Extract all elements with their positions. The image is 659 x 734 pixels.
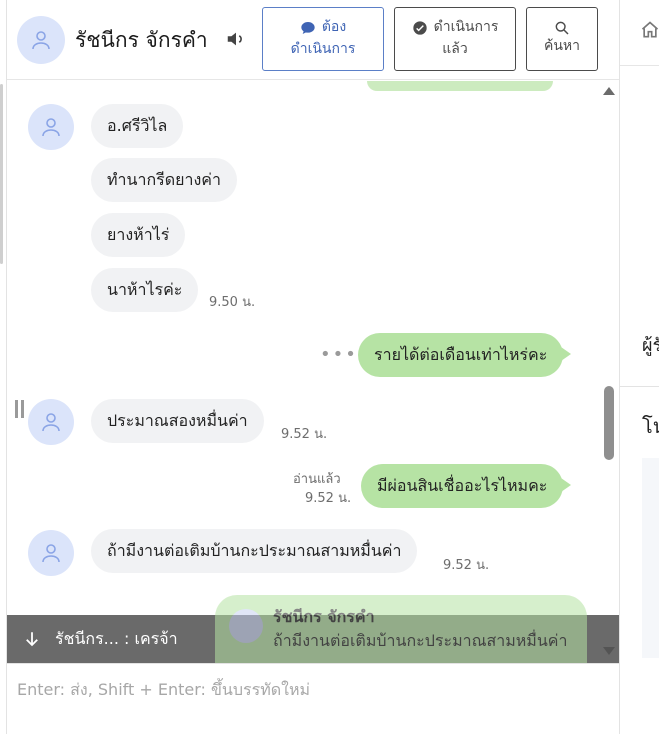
todo-button[interactable]: ต้อง ดำเนินการ bbox=[262, 7, 384, 71]
arrow-down-icon[interactable] bbox=[23, 629, 41, 649]
incoming-message[interactable]: อ.ศรีวิไล bbox=[91, 104, 184, 148]
new-message-text[interactable]: รัชนีกร... : เครจ้า bbox=[55, 627, 178, 652]
right-panel-label-notes: โน bbox=[642, 414, 659, 438]
done-button[interactable]: ดำเนินการ แล้ว bbox=[394, 7, 516, 71]
incoming-message[interactable]: ประมาณสองหมื่นค่า bbox=[91, 399, 264, 443]
new-message-bar[interactable]: รัชนีกร จักรคำ ถ้ามีงานต่อเติมบ้านกะประม… bbox=[7, 595, 619, 663]
search-button[interactable]: ค้นหา bbox=[526, 7, 598, 71]
sender-avatar[interactable] bbox=[28, 530, 74, 576]
outgoing-message[interactable]: มีผ่อนสินเชื่ออะไรไหมคะ bbox=[361, 464, 572, 508]
user-icon bbox=[42, 544, 60, 563]
scroll-up-arrow[interactable] bbox=[603, 87, 615, 95]
search-icon bbox=[555, 21, 569, 35]
message-more-icon[interactable]: ••• bbox=[320, 344, 358, 365]
message-time: 9.52 น. bbox=[281, 427, 328, 442]
contact-avatar[interactable] bbox=[17, 16, 65, 64]
home-icon[interactable] bbox=[640, 20, 659, 40]
done-button-label-1: ดำเนินการ bbox=[433, 19, 499, 36]
clipped-outgoing-bubble bbox=[367, 81, 553, 91]
pause-icon[interactable] bbox=[15, 400, 25, 420]
reply-preview: รัชนีกร จักรคำ ถ้ามีงานต่อเติมบ้านกะประม… bbox=[215, 595, 587, 663]
left-edge-strip bbox=[0, 0, 7, 734]
sender-avatar[interactable] bbox=[28, 104, 74, 150]
speaker-icon[interactable] bbox=[225, 28, 247, 50]
incoming-message[interactable]: นาห้าไรค่ะ bbox=[91, 268, 199, 312]
chat-message-list[interactable]: อ.ศรีวิไล ทำนากรีดยางค่า ยางห้าไร่ นาห้า… bbox=[7, 81, 619, 663]
message-time: 9.50 น. bbox=[209, 295, 256, 310]
sender-avatar[interactable] bbox=[28, 399, 74, 445]
contact-name[interactable]: รัชนีกร จักรคำ bbox=[75, 24, 208, 57]
scrollbar-thumb[interactable] bbox=[604, 386, 614, 460]
incoming-message[interactable]: ทำนากรีดยางค่า bbox=[91, 158, 237, 202]
check-circle-icon bbox=[412, 21, 427, 35]
message-time: 9.52 น. bbox=[443, 558, 490, 573]
user-icon bbox=[42, 118, 60, 137]
right-side-panel: ผู้รั โน bbox=[619, 0, 659, 734]
chat-bubble-icon bbox=[301, 22, 315, 35]
user-icon bbox=[32, 31, 50, 50]
message-time: 9.52 น. bbox=[305, 491, 352, 506]
incoming-message[interactable]: ยางห้าไร่ bbox=[91, 213, 186, 257]
message-input[interactable] bbox=[17, 678, 607, 718]
left-scroll-indicator[interactable] bbox=[0, 84, 3, 264]
incoming-message[interactable]: ถ้ามีงานต่อเติมบ้านกะประมาณสามหมื่นค่า bbox=[91, 529, 418, 573]
message-input-area bbox=[7, 663, 619, 734]
right-panel-label-assignee: ผู้รั bbox=[642, 335, 659, 356]
chat-header: รัชนีกร จักรคำ ต้อง ดำเนินการ ดำเนินการ … bbox=[7, 0, 619, 80]
right-panel-divider-top bbox=[620, 65, 659, 66]
todo-button-label-1: ต้อง bbox=[321, 19, 347, 36]
user-icon bbox=[42, 413, 60, 432]
reply-preview-text: ถ้ามีงานต่อเติมบ้านกะประมาณสามหมื่นค่า bbox=[273, 631, 568, 650]
read-status: อ่านแล้ว bbox=[293, 472, 341, 487]
reply-preview-avatar bbox=[229, 609, 263, 643]
outgoing-message[interactable]: รายได้ต่อเดือนเท่าไหร่คะ bbox=[358, 333, 572, 377]
reply-preview-name: รัชนีกร จักรคำ bbox=[273, 607, 375, 626]
done-button-label-2: แล้ว bbox=[442, 41, 468, 57]
todo-button-label-2: ดำเนินการ bbox=[290, 41, 356, 57]
right-panel-divider bbox=[620, 386, 659, 387]
right-panel-notes-card[interactable] bbox=[642, 458, 659, 658]
search-button-label: ค้นหา bbox=[543, 38, 581, 55]
